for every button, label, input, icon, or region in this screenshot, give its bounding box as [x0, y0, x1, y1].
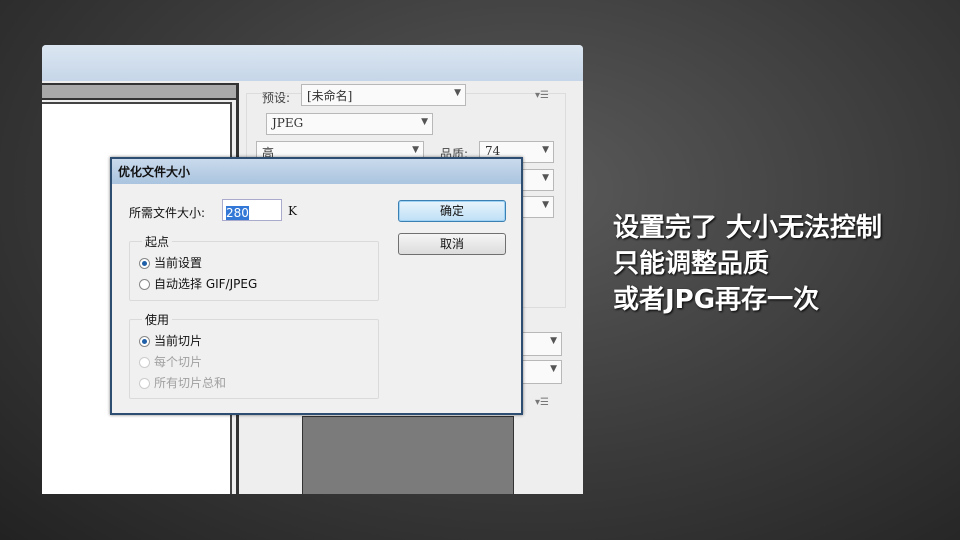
caption-line: 只能调整品质 [613, 249, 770, 279]
preset-value: [未命名] [307, 89, 353, 103]
option-label: 当前切片 [154, 334, 203, 348]
size-label: 所需文件大小: [129, 206, 206, 220]
radio-auto-select[interactable]: 自动选择 GIF/JPEG [139, 275, 257, 292]
chevron-down-icon: ▼ [412, 145, 419, 155]
caption-line: 或者JPG再存一次 [613, 285, 820, 315]
preview-tab-bar [42, 83, 238, 100]
use-group-title: 使用 [142, 311, 173, 328]
panel-menu-icon[interactable]: ▾☰ [535, 397, 549, 408]
preset-label: 预设: [262, 91, 291, 105]
option-label: 当前设置 [154, 256, 203, 270]
panel-menu-icon[interactable]: ▾☰ [535, 90, 549, 101]
slide-caption: 设置完了 大小无法控制 只能调整品质 或者JPG再存一次 [613, 210, 882, 318]
radio-each-slice: 每个切片 [139, 353, 202, 370]
radio-selected-icon [139, 258, 150, 269]
radio-icon [139, 357, 150, 368]
window-title-bar [42, 45, 583, 81]
dropdown[interactable]: ▼ [522, 360, 562, 384]
file-size-value: 280 [226, 206, 249, 220]
radio-total-slices: 所有切片总和 [139, 374, 226, 391]
radio-selected-icon [139, 336, 150, 347]
chevron-down-icon: ▼ [550, 336, 557, 346]
size-unit: K [288, 204, 297, 218]
radio-icon [139, 279, 150, 290]
format-value: JPEG [272, 116, 304, 130]
option-label: 所有切片总和 [154, 376, 227, 390]
optimize-file-size-dialog: 优化文件大小 所需文件大小: 280 K 确定 取消 起点 当前设置 自动选择 … [110, 157, 523, 415]
chevron-down-icon: ▼ [550, 364, 557, 374]
chevron-down-icon: ▼ [542, 200, 549, 210]
radio-icon [139, 378, 150, 389]
radio-current-settings[interactable]: 当前设置 [139, 254, 202, 271]
file-size-input[interactable]: 280 [222, 199, 282, 221]
format-select[interactable]: JPEG ▼ [266, 113, 433, 135]
quality-value: 74 [485, 144, 501, 158]
ok-button[interactable]: 确定 [398, 200, 506, 222]
start-group-title: 起点 [142, 233, 173, 250]
chevron-down-icon: ▼ [421, 117, 428, 127]
preset-select[interactable]: [未命名] ▼ [301, 84, 466, 106]
chevron-down-icon: ▼ [454, 88, 461, 98]
color-table-area [302, 416, 514, 494]
chevron-down-icon: ▼ [542, 173, 549, 183]
cancel-button[interactable]: 取消 [398, 233, 506, 255]
option-label: 每个切片 [154, 355, 203, 369]
radio-current-slice[interactable]: 当前切片 [139, 332, 202, 349]
dropdown[interactable]: ▼ [522, 332, 562, 356]
dialog-title: 优化文件大小 [112, 159, 521, 184]
caption-line: 设置完了 大小无法控制 [613, 213, 883, 243]
chevron-down-icon: ▼ [542, 145, 549, 155]
option-label: 自动选择 GIF/JPEG [154, 277, 258, 291]
start-group [129, 241, 379, 301]
